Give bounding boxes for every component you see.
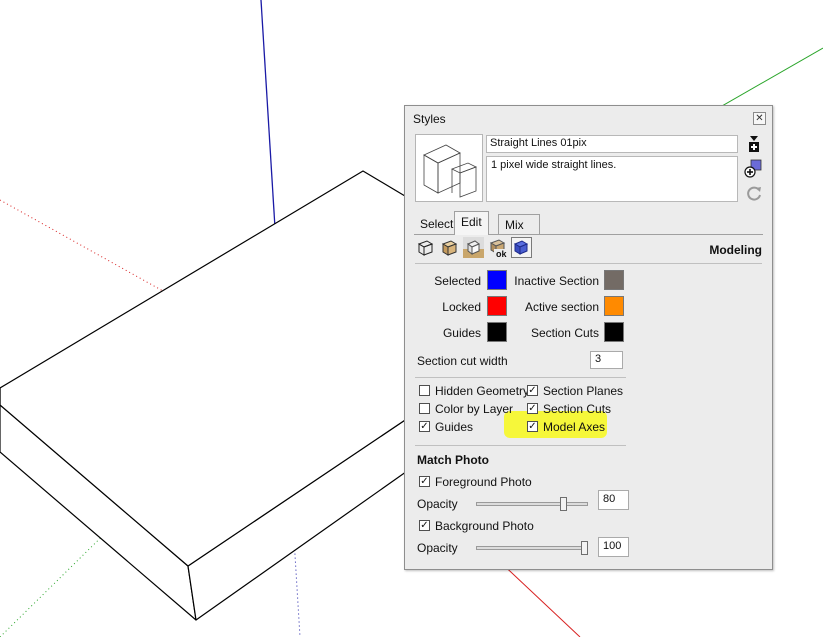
- guides-color-label: Guides: [442, 326, 481, 340]
- styles-dialog: Styles ✕ Straight Lines 01pix 1 pixel wi…: [404, 105, 773, 570]
- background-opacity-slider-thumb[interactable]: [581, 541, 588, 555]
- section-planes-checkbox[interactable]: ✓: [527, 385, 538, 396]
- model-axes-checkbox[interactable]: ✓: [527, 421, 538, 432]
- hidden-geometry-checkbox[interactable]: [419, 385, 430, 396]
- edge-settings-icon[interactable]: [415, 237, 436, 258]
- svg-text:ok: ok: [496, 249, 507, 258]
- guides-checkbox[interactable]: ✓: [419, 421, 430, 432]
- face-settings-icon[interactable]: [439, 237, 460, 258]
- separator: [415, 377, 626, 378]
- background-opacity-slider[interactable]: [476, 546, 588, 550]
- hidden-geometry-label: Hidden Geometry: [435, 384, 530, 398]
- background-photo-checkbox[interactable]: ✓: [419, 520, 430, 531]
- active-section-color-label: Active section: [524, 300, 599, 314]
- refresh-icon[interactable]: [744, 183, 764, 203]
- section-cuts-color-swatch[interactable]: [604, 322, 624, 342]
- update-style-icon[interactable]: [744, 158, 764, 178]
- background-photo-label: Background Photo: [435, 519, 534, 533]
- foreground-opacity-input[interactable]: 80: [598, 490, 629, 510]
- style-name-field[interactable]: Straight Lines 01pix: [486, 135, 738, 153]
- background-opacity-label: Opacity: [417, 541, 458, 555]
- background-opacity-input[interactable]: 100: [598, 537, 629, 557]
- style-thumbnail[interactable]: [415, 134, 483, 202]
- selected-color-label: Selected: [434, 274, 481, 288]
- section-cut-width-label: Section cut width: [417, 354, 508, 368]
- guides-label: Guides: [435, 420, 474, 434]
- section-planes-label: Section Planes: [543, 384, 624, 398]
- create-new-style-icon[interactable]: [744, 134, 764, 154]
- tab-edit[interactable]: Edit: [454, 211, 489, 235]
- inactive-section-color-swatch[interactable]: [604, 270, 624, 290]
- foreground-photo-label: Foreground Photo: [435, 475, 532, 489]
- locked-color-label: Locked: [442, 300, 481, 314]
- background-settings-icon[interactable]: [463, 237, 484, 258]
- dialog-title: Styles: [413, 112, 446, 126]
- match-photo-heading: Match Photo: [417, 453, 489, 467]
- tab-select[interactable]: Select: [414, 214, 459, 234]
- close-button[interactable]: ✕: [753, 112, 766, 125]
- category-label: Modeling: [709, 243, 762, 257]
- inactive-section-color-label: Inactive Section: [514, 274, 599, 288]
- section-cuts-color-label: Section Cuts: [530, 326, 599, 340]
- active-section-color-swatch[interactable]: [604, 296, 624, 316]
- section-cut-width-input[interactable]: 3: [590, 351, 623, 369]
- foreground-opacity-label: Opacity: [417, 497, 458, 511]
- model-axes-label: Model Axes: [543, 420, 606, 434]
- foreground-opacity-slider-thumb[interactable]: [560, 497, 567, 511]
- foreground-photo-checkbox[interactable]: ✓: [419, 476, 430, 487]
- separator: [415, 263, 762, 264]
- section-cuts-checkbox[interactable]: ✓: [527, 403, 538, 414]
- style-thumbnail-image: [423, 144, 477, 198]
- color-by-layer-label: Color by Layer: [435, 402, 514, 416]
- separator: [415, 445, 626, 446]
- box-model[interactable]: [0, 170, 421, 621]
- tab-mix[interactable]: Mix: [498, 214, 540, 234]
- modeling-settings-icon[interactable]: [511, 237, 532, 258]
- style-description-field[interactable]: 1 pixel wide straight lines.: [486, 156, 738, 202]
- selected-color-swatch[interactable]: [487, 270, 507, 290]
- section-cuts-label: Section Cuts: [543, 402, 612, 416]
- foreground-opacity-slider[interactable]: [476, 502, 588, 506]
- guides-color-swatch[interactable]: [487, 322, 507, 342]
- color-by-layer-checkbox[interactable]: [419, 403, 430, 414]
- watermark-settings-icon[interactable]: ok: [487, 237, 508, 259]
- locked-color-swatch[interactable]: [487, 296, 507, 316]
